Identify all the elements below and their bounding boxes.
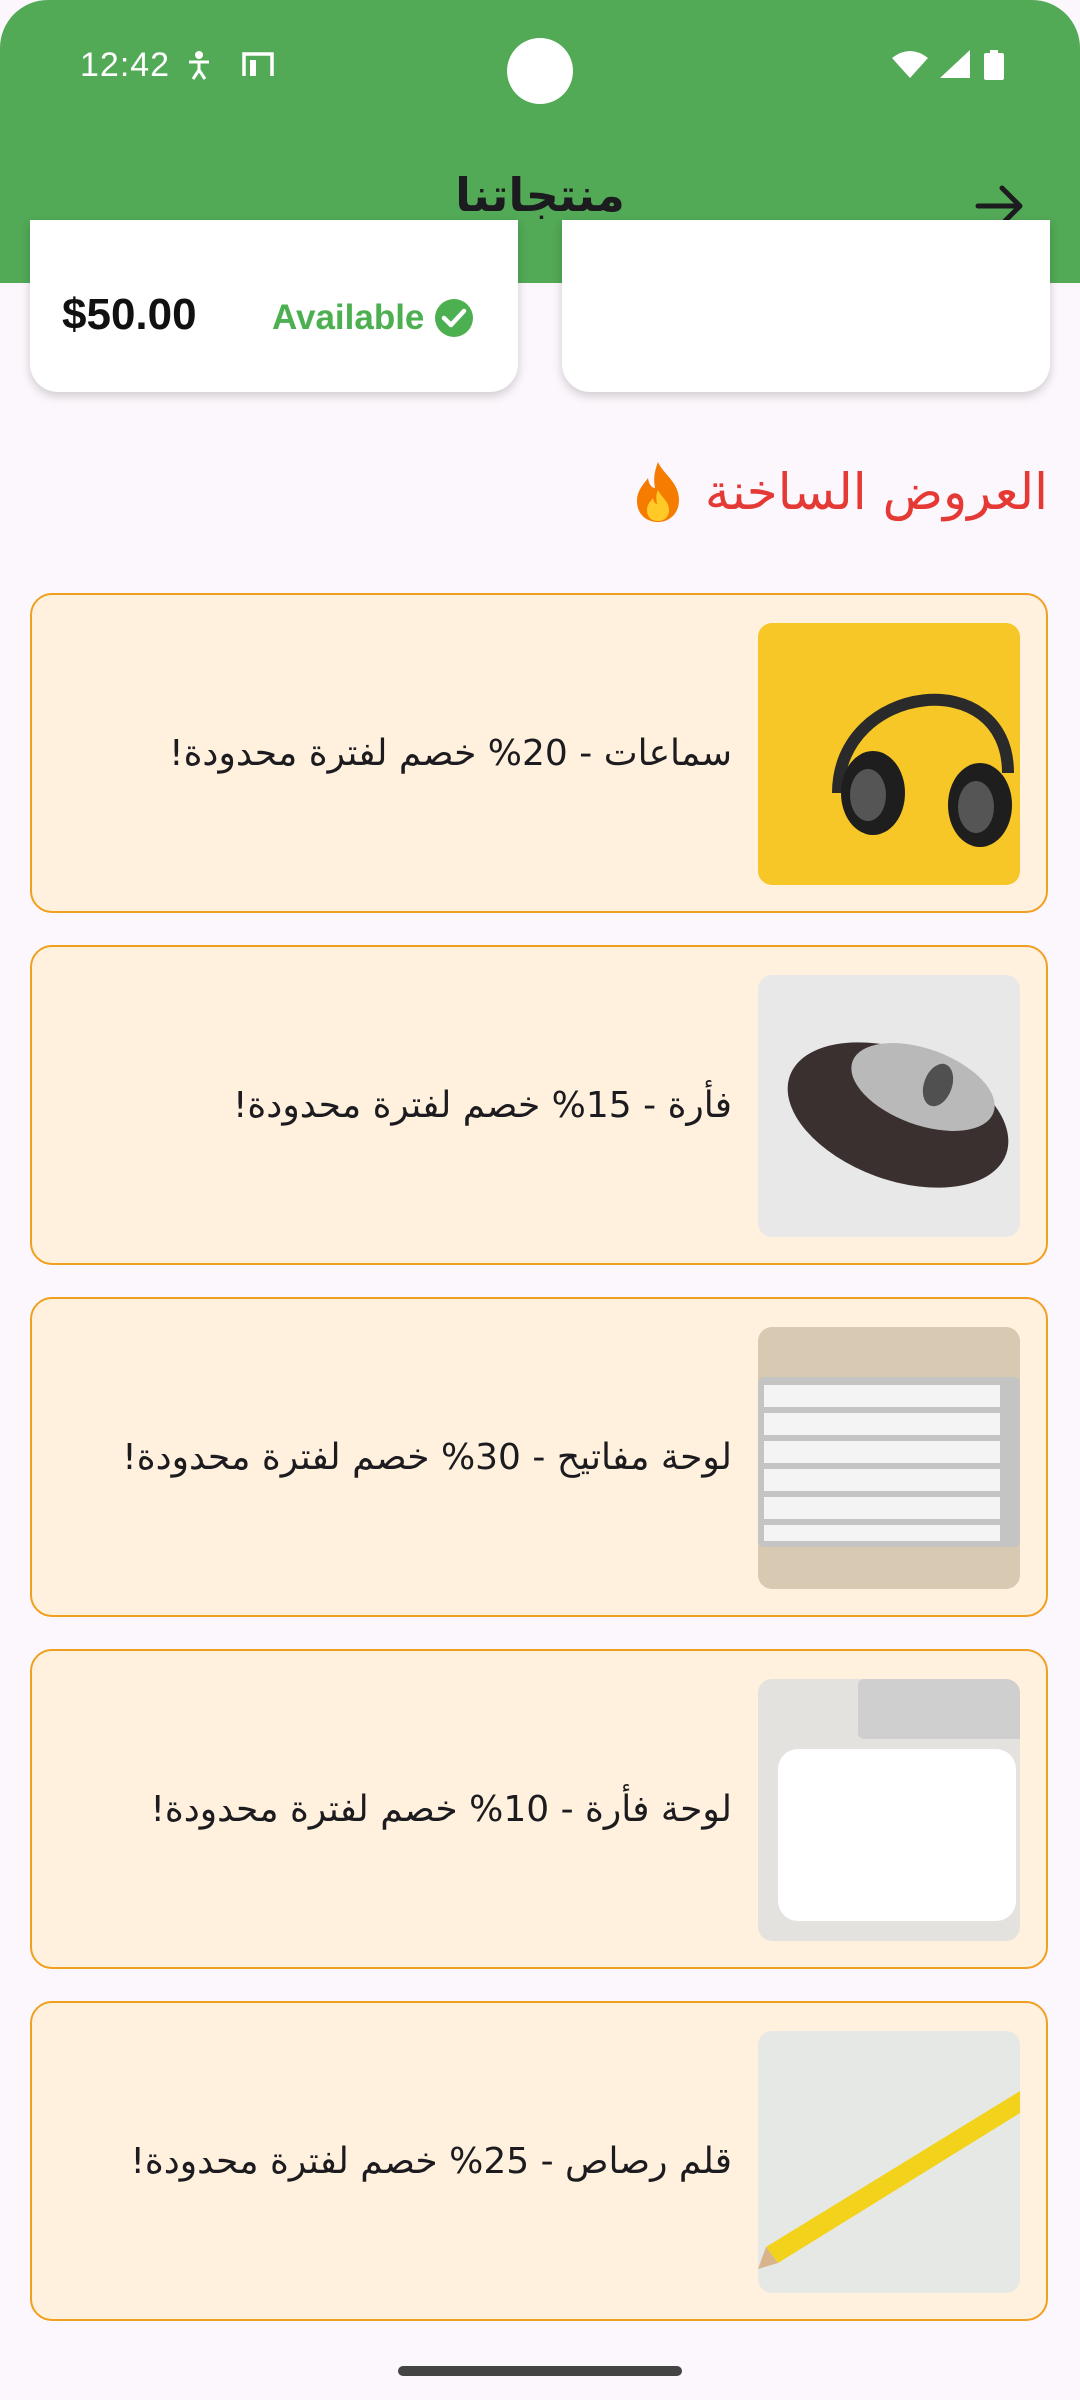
deal-label: سماعات - 20% خصم لفترة محدودة! [169, 732, 732, 774]
screen-icon [242, 52, 274, 76]
deal-label: لوحة مفاتيح - 30% خصم لفترة محدودة! [122, 1436, 732, 1478]
hot-deals-title: العروض الساخنة [704, 463, 1048, 521]
section-title: العروض الساخنة [629, 460, 1048, 524]
accessibility-icon [189, 51, 209, 80]
list-item[interactable]: قلم رصاص - 25% خصم لفترة محدودة! [30, 2001, 1048, 2321]
list-item[interactable]: لوحة فأرة - 10% خصم لفترة محدودة! [30, 1649, 1048, 1969]
deal-label: لوحة فأرة - 10% خصم لفترة محدودة! [150, 1788, 732, 1830]
product-price: $50.00 [62, 290, 197, 339]
signal-icon [940, 50, 970, 78]
deal-label: فأرة - 15% خصم لفترة محدودة! [233, 1084, 732, 1126]
page-title: منتجاتنا [455, 168, 625, 222]
product-card[interactable]: $50.00 Available [30, 220, 518, 392]
list-item[interactable]: فأرة - 15% خصم لفترة محدودة! [30, 945, 1048, 1265]
mouse-image [758, 975, 1020, 1237]
list-item[interactable]: سماعات - 20% خصم لفترة محدودة! [30, 593, 1048, 913]
availability-badge: Available [272, 298, 474, 338]
wifi-icon [892, 51, 928, 78]
product-card[interactable] [562, 220, 1050, 392]
list-item[interactable]: لوحة مفاتيح - 30% خصم لفترة محدودة! [30, 1297, 1048, 1617]
status-time: 12:42 [80, 46, 171, 84]
battery-icon [984, 50, 1004, 80]
check-circle-icon [435, 299, 474, 337]
fire-icon [636, 462, 679, 522]
mousepad-image [758, 1679, 1020, 1941]
headphones-image [758, 623, 1020, 885]
home-indicator[interactable] [398, 2366, 682, 2376]
deal-label: قلم رصاص - 25% خصم لفترة محدودة! [130, 2140, 732, 2182]
availability-label: Available [272, 298, 425, 337]
hot-deals-list: سماعات - 20% خصم لفترة محدودة! فأرة - 15… [30, 593, 1048, 2353]
pencil-image [758, 2031, 1020, 2293]
keyboard-image [758, 1327, 1020, 1589]
status-bar: 12:42 [0, 0, 1080, 130]
camera-cutout [507, 38, 573, 104]
